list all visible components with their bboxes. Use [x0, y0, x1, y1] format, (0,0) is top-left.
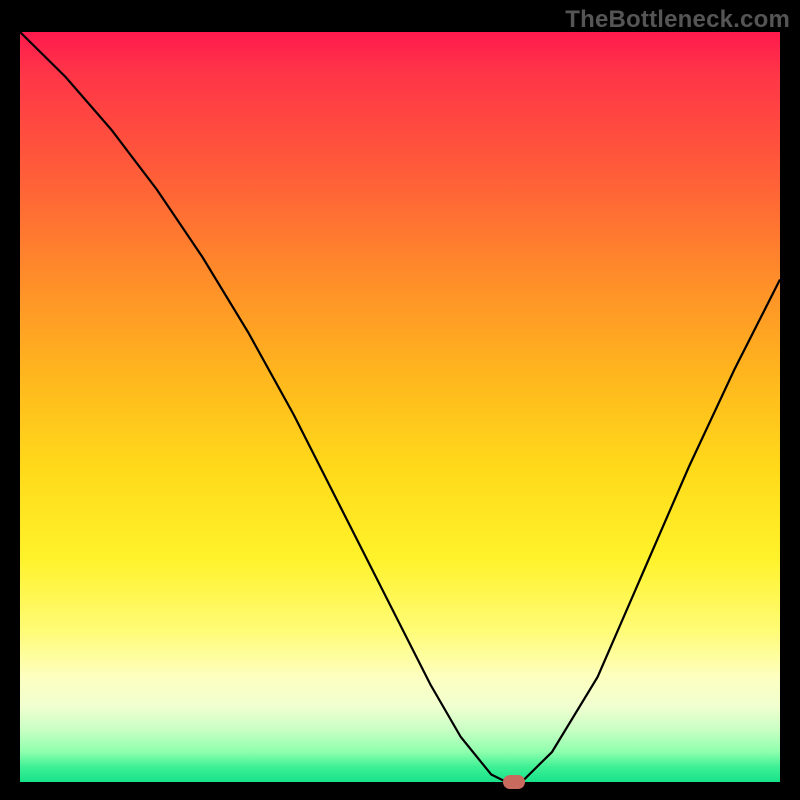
plot-area [20, 32, 780, 782]
chart-frame: TheBottleneck.com [0, 0, 800, 800]
bottleneck-line [20, 32, 780, 782]
watermark-text: TheBottleneck.com [565, 6, 790, 34]
optimum-marker [503, 775, 525, 789]
bottleneck-path [20, 32, 780, 782]
